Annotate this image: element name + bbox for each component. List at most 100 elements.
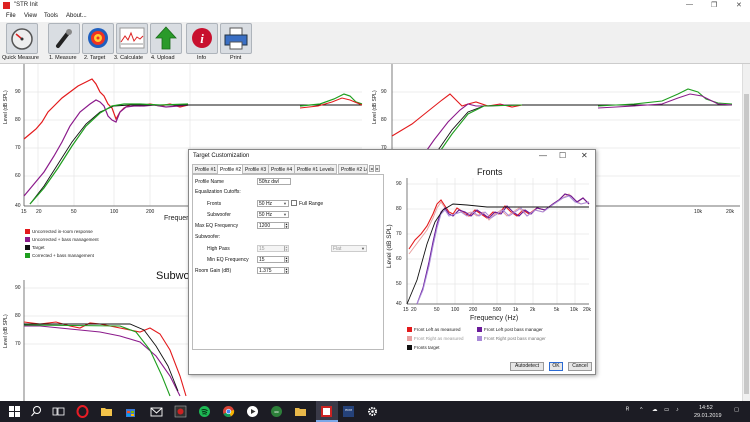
x-axis-label: Frequer xyxy=(164,215,189,222)
menu-bar: File View Tools About... xyxy=(0,11,750,22)
ime-icon[interactable]: ᴿ xyxy=(626,407,629,414)
y-tick: 60 xyxy=(396,256,402,262)
menu-file[interactable]: File xyxy=(6,13,16,19)
ecm-tool-icon[interactable]: ECM xyxy=(342,405,355,418)
tab-profile-4[interactable]: Profile #4 xyxy=(268,164,296,174)
tab-profile-2-levels[interactable]: Profile #2 Le xyxy=(338,164,368,174)
x-tick: 200 xyxy=(146,209,155,215)
media-player-icon[interactable] xyxy=(246,405,259,418)
x-tick: 50 xyxy=(434,307,440,313)
menu-view[interactable]: View xyxy=(24,13,37,19)
task-view-icon[interactable] xyxy=(52,405,65,418)
x-tick: 100 xyxy=(110,209,119,215)
upload-arrow-icon xyxy=(155,26,177,50)
y-tick: 70 xyxy=(396,231,402,237)
y-tick: 60 xyxy=(15,173,21,179)
dialog-minimize-button[interactable]: — xyxy=(539,151,547,160)
x-tick: 20k xyxy=(726,209,735,215)
subwoofer-select[interactable]: 50 Hz ▼ xyxy=(257,211,289,218)
cancel-button[interactable]: Cancel xyxy=(568,362,592,371)
target-icon xyxy=(88,28,108,48)
full-range-checkbox[interactable] xyxy=(291,200,297,206)
title-bar: "STR Init — ❐ ✕ xyxy=(0,0,750,11)
notifications-icon[interactable]: ▢ xyxy=(734,407,739,413)
tab-scroll-right-icon[interactable]: ▸ xyxy=(375,165,380,172)
autodetect-button[interactable]: Autodetect xyxy=(510,362,544,371)
ok-button[interactable]: OK xyxy=(549,362,563,371)
scrollbar-thumb[interactable] xyxy=(744,94,749,394)
profile-name-input[interactable]: 50hz dwl xyxy=(257,178,291,185)
vertical-scrollbar[interactable] xyxy=(742,64,750,401)
y-tick: 80 xyxy=(396,206,402,212)
x-tick: 15 xyxy=(21,209,27,215)
spinner-icon[interactable]: ▲ ▼ xyxy=(284,246,288,251)
dialog-close-button[interactable]: ✕ xyxy=(581,151,588,160)
minimize-button[interactable]: — xyxy=(686,1,693,8)
y-tick: 80 xyxy=(15,117,21,123)
max-eq-input[interactable]: 1200 ▲ ▼ xyxy=(257,222,289,229)
steam-icon[interactable]: oo xyxy=(270,405,283,418)
settings-gear-icon[interactable] xyxy=(366,405,379,418)
legend-label: Front Left as measured xyxy=(414,327,461,332)
app-icon-dark[interactable] xyxy=(174,405,187,418)
subwoofer-chart xyxy=(23,280,190,401)
tray-expand-icon[interactable]: ^ xyxy=(640,407,643,413)
tab-scroll-left-icon[interactable]: ◂ xyxy=(369,165,374,172)
folder-icon[interactable] xyxy=(294,405,307,418)
x-tick: 10k xyxy=(694,209,703,215)
printer-icon xyxy=(224,27,248,50)
spotify-icon[interactable] xyxy=(198,405,211,418)
quick-measure-button[interactable] xyxy=(6,23,38,54)
spinner-icon[interactable]: ▲ ▼ xyxy=(284,223,288,228)
high-pass-input[interactable]: 15 ▲ ▼ xyxy=(257,245,289,252)
room-gain-label: Room Gain (dB) xyxy=(195,268,232,274)
full-range-label: Full Range xyxy=(299,201,324,207)
store-icon[interactable] xyxy=(124,405,137,418)
info-icon: i xyxy=(192,28,212,48)
print-button[interactable] xyxy=(220,23,252,54)
spinner-icon[interactable]: ▲ ▼ xyxy=(284,257,288,262)
maximize-button[interactable]: ❐ xyxy=(711,1,717,9)
target-button[interactable] xyxy=(82,23,114,54)
mail-icon[interactable] xyxy=(150,405,163,418)
x-tick: 10k xyxy=(570,307,579,313)
volume-icon[interactable]: ♪ xyxy=(676,407,679,413)
menu-tools[interactable]: Tools xyxy=(44,13,58,19)
upload-button[interactable] xyxy=(150,23,182,54)
subwoofer-select-value: 50 Hz xyxy=(259,212,273,218)
network-icon[interactable]: ▭ xyxy=(664,407,669,413)
high-pass-type-select[interactable]: Flat ▼ xyxy=(331,245,367,252)
clock-time[interactable]: 14:52 xyxy=(699,405,713,411)
file-explorer-icon[interactable] xyxy=(100,405,113,418)
tab-profile-3[interactable]: Profile #3 xyxy=(242,164,270,174)
clock-date[interactable]: 29.01.2019 xyxy=(694,413,722,419)
min-eq-input[interactable]: 15 ▲ ▼ xyxy=(257,256,289,263)
onedrive-icon[interactable]: ☁ xyxy=(652,407,658,413)
target-customization-dialog: Target Customization — ☐ ✕ Profile #1 Pr… xyxy=(188,149,596,375)
fronts-select[interactable]: 50 Hz ▼ xyxy=(257,200,289,207)
room-gain-input[interactable]: 1.375 ▲ ▼ xyxy=(257,267,289,274)
info-button[interactable]: i xyxy=(186,23,218,54)
high-pass-label: High Pass xyxy=(207,246,230,252)
chrome-icon[interactable] xyxy=(222,405,235,418)
tab-profile-1-levels[interactable]: Profile #1 Levels xyxy=(294,164,337,174)
y-tick: 90 xyxy=(15,89,21,95)
dialog-maximize-button[interactable]: ☐ xyxy=(559,151,566,160)
menu-about[interactable]: About... xyxy=(66,13,87,19)
microphone-icon xyxy=(56,29,72,48)
measure-button[interactable] xyxy=(48,23,80,54)
search-icon[interactable] xyxy=(30,405,43,418)
tab-profile-1[interactable]: Profile #1 xyxy=(192,164,220,174)
fronts-chart xyxy=(406,178,590,305)
calculate-button[interactable] xyxy=(116,23,148,54)
legend-swatch xyxy=(25,237,30,242)
toolbar: Quick Measure 1. Measure 2. Target 3. Ca… xyxy=(0,22,750,64)
min-eq-value: 15 xyxy=(259,257,265,263)
active-app-taskbar-button[interactable] xyxy=(316,401,338,422)
opera-icon[interactable] xyxy=(76,405,89,418)
windows-start-icon[interactable] xyxy=(8,405,21,418)
close-button[interactable]: ✕ xyxy=(736,1,742,9)
legend-swatch xyxy=(407,327,412,332)
spinner-icon[interactable]: ▲ ▼ xyxy=(284,268,288,273)
app-window: "STR Init — ❐ ✕ File View Tools About...… xyxy=(0,0,750,401)
